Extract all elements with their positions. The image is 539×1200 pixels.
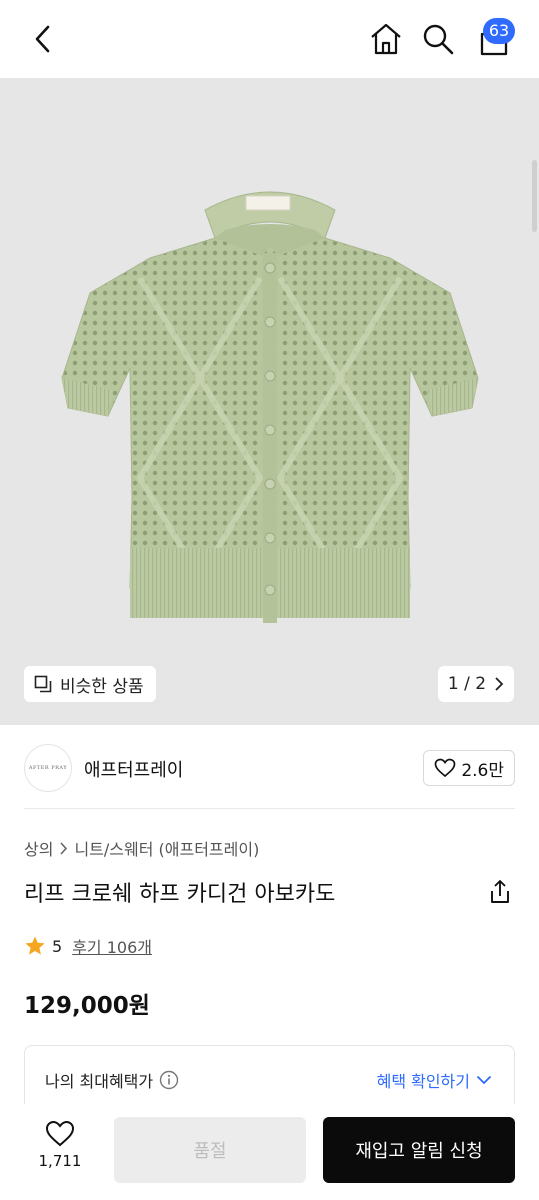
wishlist-count: 1,711 bbox=[38, 1152, 82, 1170]
pager-text: 1 / 2 bbox=[447, 674, 487, 694]
divider bbox=[24, 808, 515, 809]
share-icon bbox=[491, 880, 509, 903]
similar-products-button[interactable]: 비슷한 상품 bbox=[24, 666, 156, 702]
scrollbar-thumb[interactable] bbox=[532, 160, 537, 232]
reviews-link[interactable]: 후기 106개 bbox=[72, 934, 152, 958]
share-button[interactable] bbox=[486, 878, 514, 906]
top-app-bar: 63 bbox=[0, 0, 539, 78]
breadcrumb-item-category[interactable]: 상의 bbox=[24, 836, 53, 860]
product-image-gallery[interactable] bbox=[0, 78, 539, 725]
product-image bbox=[61, 191, 479, 623]
back-button[interactable] bbox=[26, 20, 60, 58]
brand-logo-text: AFTER PRAY bbox=[28, 765, 68, 771]
chevron-right-icon bbox=[60, 841, 68, 855]
bottom-action-bar: 1,711 품절 재입고 알림 신청 bbox=[0, 1104, 539, 1200]
brand-logo[interactable]: AFTER PRAY bbox=[24, 744, 72, 792]
heart-outline-icon bbox=[434, 758, 456, 778]
image-pager[interactable]: 1 / 2 bbox=[438, 666, 514, 702]
star-icon bbox=[25, 936, 45, 955]
product-title: 리프 크로쉐 하프 카디건 아보카도 bbox=[24, 882, 336, 907]
chevron-down-icon bbox=[476, 1075, 492, 1085]
check-benefit-button[interactable]: 혜택 확인하기 bbox=[377, 1068, 492, 1092]
max-benefit-label-group: 나의 최대혜택가 bbox=[45, 1068, 179, 1092]
chevron-left-icon bbox=[35, 25, 50, 53]
copy-squares-icon bbox=[34, 675, 52, 693]
soldout-button: 품절 bbox=[114, 1117, 306, 1183]
product-price: 129,000원 bbox=[24, 993, 150, 1019]
brand-row: AFTER PRAY 애프터프레이 2.6만 bbox=[24, 742, 515, 796]
similar-products-label: 비슷한 상품 bbox=[60, 676, 144, 697]
search-button[interactable] bbox=[420, 20, 456, 58]
breadcrumb: 상의 니트/스웨터 (애프터프레이) bbox=[24, 836, 259, 860]
restock-alert-button[interactable]: 재입고 알림 신청 bbox=[323, 1117, 515, 1183]
brand-name[interactable]: 애프터프레이 bbox=[84, 756, 183, 782]
cart-count-badge: 63 bbox=[483, 18, 515, 44]
heart-outline-icon bbox=[45, 1120, 75, 1147]
check-benefit-label: 혜택 확인하기 bbox=[376, 1072, 470, 1091]
breadcrumb-item-subcategory[interactable]: 니트/스웨터 (애프터프레이) bbox=[74, 836, 259, 860]
wishlist-button[interactable]: 1,711 bbox=[36, 1120, 84, 1170]
home-icon bbox=[371, 23, 401, 55]
brand-like-button[interactable]: 2.6만 bbox=[423, 750, 515, 786]
info-circle-icon[interactable] bbox=[159, 1070, 179, 1090]
brand-like-count: 2.6만 bbox=[461, 760, 504, 781]
max-benefit-label: 나의 최대혜택가 bbox=[45, 1072, 154, 1091]
rating-value: 5 bbox=[52, 936, 63, 956]
rating-row: 5 후기 106개 bbox=[24, 934, 152, 958]
search-icon bbox=[423, 24, 454, 55]
chevron-right-icon bbox=[495, 677, 504, 691]
home-button[interactable] bbox=[368, 20, 404, 58]
